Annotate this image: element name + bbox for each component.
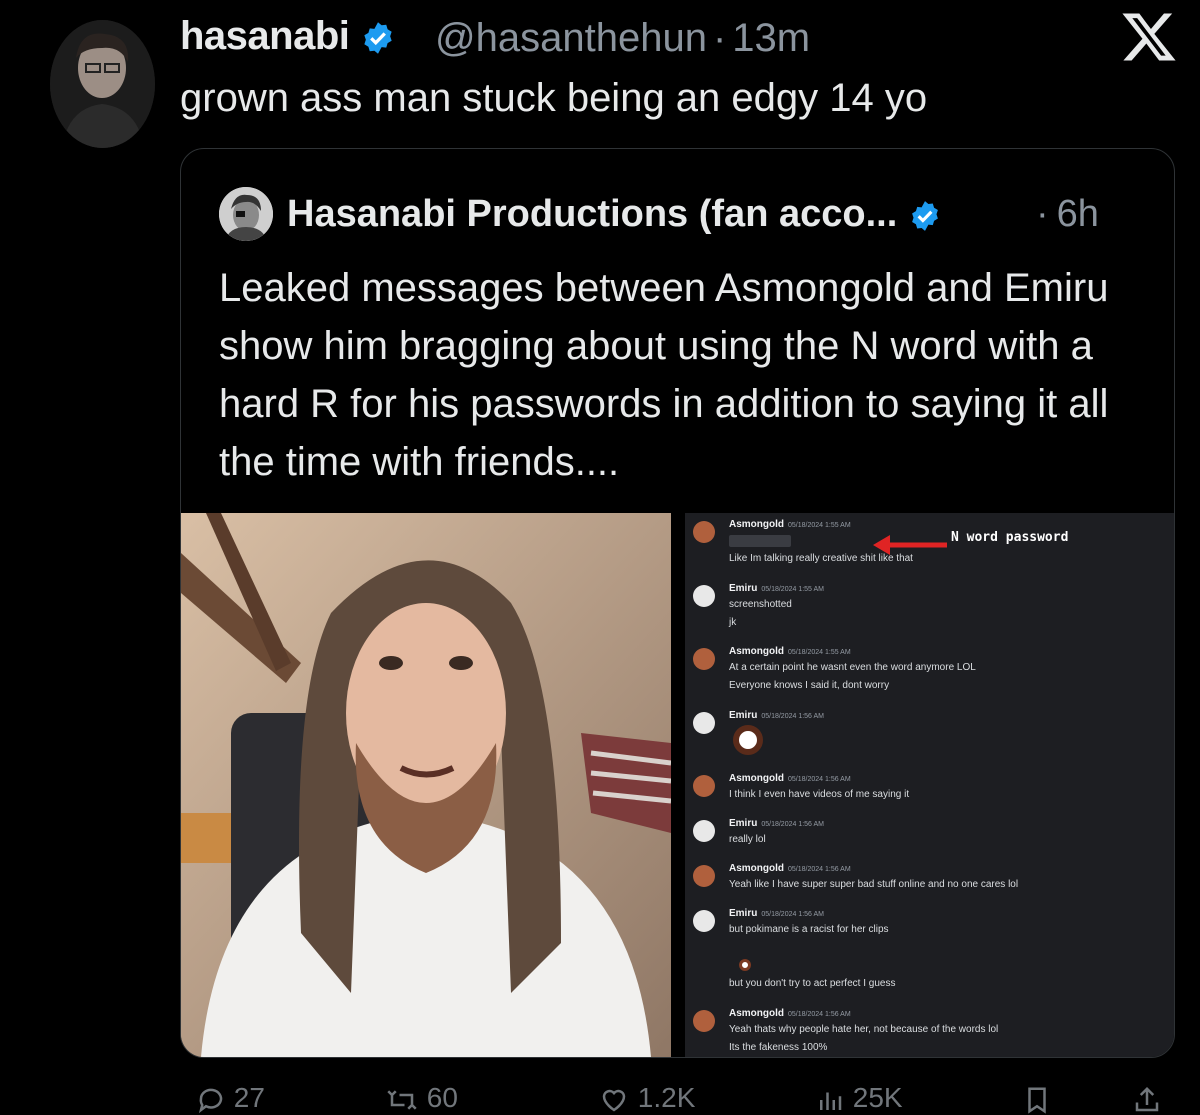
chat-timestamp: 05/18/2024 1:56 AM bbox=[788, 776, 851, 783]
chat-message-text: Yeah thats why people hate her, not beca… bbox=[729, 1024, 999, 1035]
quoted-tweet-text: Leaked messages between Asmongold and Em… bbox=[219, 266, 1109, 484]
annotation-label: N word password bbox=[951, 530, 1069, 545]
emoji-image bbox=[739, 959, 751, 971]
chat-username-text: Asmongold bbox=[729, 1008, 784, 1019]
views-icon bbox=[820, 1092, 842, 1110]
reply-count: 27 bbox=[233, 1082, 265, 1113]
emiru-avatar bbox=[693, 910, 715, 932]
chat-message-text: At a certain point he wasnt even the wor… bbox=[729, 662, 976, 673]
chat-username-text: Asmongold bbox=[729, 773, 784, 784]
chat-message-text: screenshotted bbox=[729, 599, 792, 610]
asmongold-avatar bbox=[693, 1010, 715, 1032]
heart-icon bbox=[602, 1089, 626, 1112]
quoted-post-time[interactable]: · 6h bbox=[1036, 193, 1099, 236]
chat-username-text: Emiru bbox=[729, 583, 758, 594]
media-photo[interactable] bbox=[181, 513, 671, 1057]
quoted-time-text[interactable]: 6h bbox=[1057, 193, 1099, 235]
chat-timestamp: 05/18/2024 1:56 AM bbox=[788, 1011, 851, 1018]
chat-username-text: Asmongold bbox=[729, 863, 784, 874]
quoted-author-name[interactable]: Hasanabi Productions (fan acco... bbox=[287, 193, 942, 236]
quoted-author-avatar[interactable] bbox=[219, 187, 273, 241]
chat-username: Asmongold 05/18/2024 1:56 AM bbox=[729, 1008, 851, 1019]
like-count: 1.2K bbox=[637, 1082, 696, 1113]
author-handle[interactable]: @hasanthehun · 13m bbox=[435, 16, 810, 61]
chat-username: Emiru 05/18/2024 1:56 AM bbox=[729, 818, 824, 829]
emiru-avatar bbox=[693, 712, 715, 734]
chat-message-text: but you don't try to act perfect I guess bbox=[729, 978, 896, 989]
chat-username: Asmongold 05/18/2024 1:56 AM bbox=[729, 863, 851, 874]
chat-username: Asmongold 05/18/2024 1:55 AM bbox=[729, 646, 851, 657]
sticker-image bbox=[733, 725, 763, 755]
quoted-tweet-card[interactable]: Hasanabi Productions (fan acco... · 6h Le… bbox=[180, 148, 1175, 1058]
chat-timestamp: 05/18/2024 1:56 AM bbox=[788, 866, 851, 873]
author-display-name[interactable]: hasanabi bbox=[180, 14, 396, 59]
red-arrow-icon bbox=[873, 535, 947, 555]
chat-timestamp: 05/18/2024 1:55 AM bbox=[788, 649, 851, 656]
chat-username: Emiru 05/18/2024 1:56 AM bbox=[729, 710, 824, 721]
chat-timestamp: 05/18/2024 1:56 AM bbox=[761, 713, 825, 720]
handle-text[interactable]: @hasanthehun bbox=[435, 16, 707, 60]
emiru-avatar bbox=[693, 585, 715, 607]
chat-username-text: Emiru bbox=[729, 908, 758, 919]
tweet-text: grown ass man stuck being an edgy 14 yo bbox=[180, 76, 928, 120]
repost-count: 60 bbox=[426, 1082, 458, 1113]
chat-message-text: Yeah like I have super super bad stuff o… bbox=[729, 879, 1019, 890]
chat-timestamp: 05/18/2024 1:56 AM bbox=[761, 821, 825, 828]
media-chat-screenshot[interactable]: Asmongold 05/18/2024 1:55 AM Like Im talki… bbox=[685, 513, 1174, 1057]
chat-username: Emiru 05/18/2024 1:55 AM bbox=[729, 583, 824, 594]
chat-message-text: but pokimane is a racist for her clips bbox=[729, 924, 889, 935]
emiru-avatar bbox=[693, 820, 715, 842]
separator: · bbox=[712, 16, 727, 60]
repost-icon bbox=[387, 1089, 417, 1110]
chat-username-text: Emiru bbox=[729, 818, 758, 829]
quoted-author-name-text[interactable]: Hasanabi Productions (fan acco... bbox=[287, 193, 897, 235]
chat-username: Asmongold 05/18/2024 1:56 AM bbox=[729, 773, 851, 784]
chat-username: Emiru 05/18/2024 1:56 AM bbox=[729, 908, 824, 919]
asmongold-avatar bbox=[693, 865, 715, 887]
verified-badge-icon bbox=[364, 22, 392, 55]
asmongold-avatar bbox=[693, 775, 715, 797]
chat-username-text: Asmongold bbox=[729, 646, 784, 657]
reply-icon bbox=[198, 1088, 223, 1113]
chat-message-text: Everyone knows I said it, dont worry bbox=[729, 680, 890, 691]
author-name-text[interactable]: hasanabi bbox=[180, 14, 350, 58]
chat-message-text: I think I even have videos of me saying … bbox=[729, 789, 910, 800]
chat-timestamp: 05/18/2024 1:56 AM bbox=[761, 911, 825, 918]
post-time[interactable]: 13m bbox=[732, 16, 810, 60]
author-avatar[interactable] bbox=[50, 20, 155, 148]
share-icon bbox=[1135, 1086, 1159, 1111]
bookmark-icon bbox=[1028, 1087, 1046, 1114]
separator: · bbox=[1036, 193, 1049, 235]
asmongold-avatar bbox=[693, 648, 715, 670]
chat-message-text: Its the fakeness 100% bbox=[729, 1042, 828, 1053]
view-count: 25K bbox=[852, 1082, 903, 1113]
chat-username-text: Emiru bbox=[729, 710, 758, 721]
chat-message-text: really lol bbox=[729, 834, 766, 845]
chat-timestamp: 05/18/2024 1:55 AM bbox=[761, 586, 825, 593]
x-logo-icon[interactable] bbox=[1120, 8, 1178, 66]
verified-badge-icon bbox=[911, 201, 938, 231]
chat-message-text: jk bbox=[729, 617, 737, 628]
